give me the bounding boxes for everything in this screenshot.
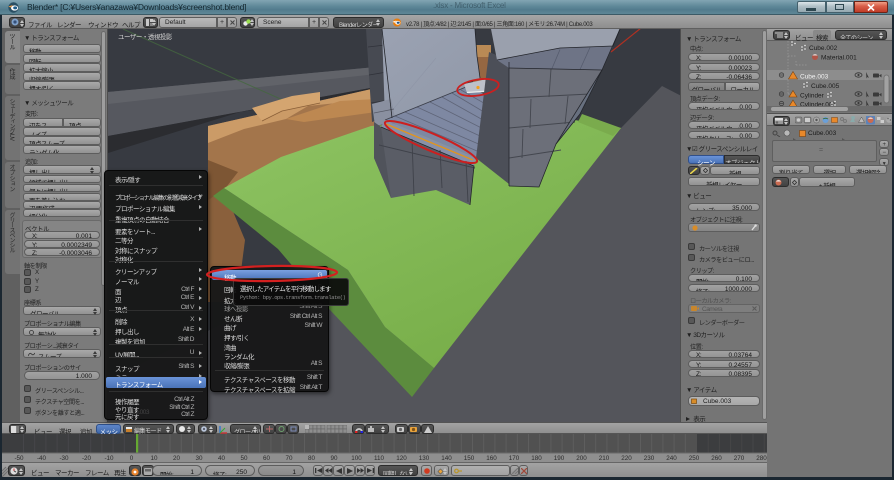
svg-text:260: 260 xyxy=(711,455,722,462)
svg-text:190: 190 xyxy=(554,455,565,462)
svg-text:270: 270 xyxy=(734,455,745,462)
svg-text:180: 180 xyxy=(531,455,542,462)
svg-text:130: 130 xyxy=(419,455,430,462)
svg-text:280: 280 xyxy=(756,455,767,462)
svg-text:200: 200 xyxy=(576,455,587,462)
svg-text:230: 230 xyxy=(644,455,655,462)
svg-text:-40: -40 xyxy=(37,455,47,462)
svg-text:60: 60 xyxy=(263,455,271,462)
svg-text:Cube.003: Cube.003 xyxy=(800,74,829,81)
svg-text:170: 170 xyxy=(509,455,520,462)
svg-text:110: 110 xyxy=(374,455,385,462)
svg-text:Material.001: Material.001 xyxy=(821,55,857,62)
svg-text:90: 90 xyxy=(330,455,338,462)
svg-text:0: 0 xyxy=(130,455,134,462)
svg-text:80: 80 xyxy=(308,455,316,462)
svg-text:Cube.005: Cube.005 xyxy=(811,83,840,90)
svg-text:210: 210 xyxy=(599,455,610,462)
svg-text:30: 30 xyxy=(195,455,203,462)
svg-text:240: 240 xyxy=(666,455,677,462)
svg-text:20: 20 xyxy=(173,455,181,462)
svg-text:160: 160 xyxy=(486,455,497,462)
svg-text:220: 220 xyxy=(621,455,632,462)
svg-text:-50: -50 xyxy=(14,455,24,462)
svg-text:-30: -30 xyxy=(59,455,69,462)
svg-text:40: 40 xyxy=(218,455,226,462)
svg-text:Cube.002: Cube.002 xyxy=(809,45,838,52)
svg-text:120: 120 xyxy=(396,455,407,462)
svg-text:70: 70 xyxy=(285,455,293,462)
svg-text:10: 10 xyxy=(150,455,158,462)
svg-text:100: 100 xyxy=(351,455,362,462)
svg-text:140: 140 xyxy=(441,455,452,462)
svg-text:Cylinder: Cylinder xyxy=(800,93,825,100)
svg-text:-10: -10 xyxy=(104,455,114,462)
svg-text:150: 150 xyxy=(464,455,475,462)
svg-text:250: 250 xyxy=(689,455,700,462)
svg-text:-20: -20 xyxy=(82,455,92,462)
svg-text:50: 50 xyxy=(240,455,248,462)
